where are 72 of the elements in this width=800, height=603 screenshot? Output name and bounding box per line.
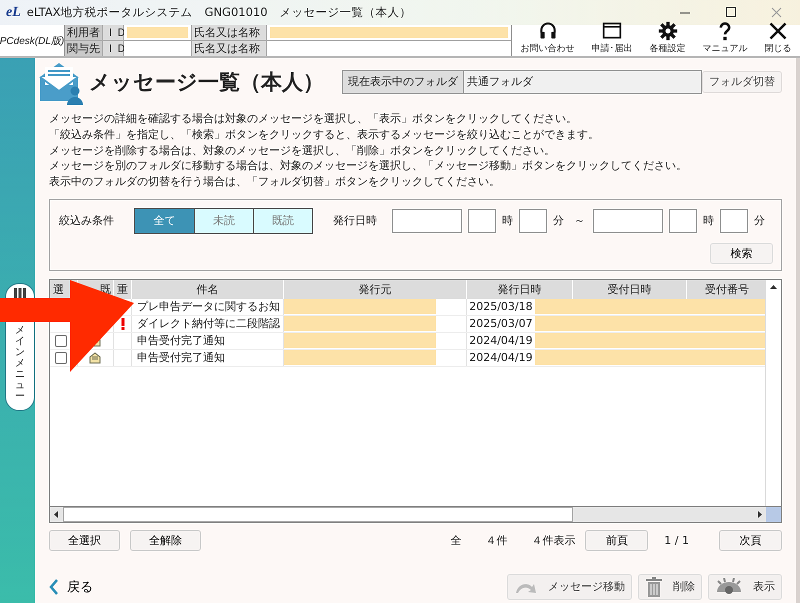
brand-logo: PCdesk(DL版) [0, 34, 64, 48]
grid-icon [13, 288, 27, 298]
trash-icon [645, 576, 663, 597]
field-label: 関与先 [65, 41, 102, 56]
range-separator: ～ [574, 213, 585, 228]
toolbar-button[interactable]: 申請･届出 [588, 21, 636, 56]
page-indicator: 1 / 1 [664, 534, 689, 548]
filter-option[interactable]: 既読 [253, 208, 312, 233]
toolbar-button[interactable]: 各種設定 [646, 21, 690, 56]
headset-icon [538, 21, 558, 41]
column-header[interactable]: 件名 [196, 282, 218, 296]
clear-all-button[interactable]: 全解除 [130, 530, 201, 552]
minute-field[interactable] [519, 208, 547, 233]
table-cell: 2025/03/18 [467, 300, 535, 314]
folder-field: 共通フォルダ [464, 70, 702, 94]
folder-label: 現在表示中のフォルダ [342, 70, 464, 94]
column-header[interactable]: 発行元 [358, 282, 392, 296]
field-label: 利用者 [65, 25, 102, 40]
field-label: 氏名又は名称 [192, 41, 266, 56]
table-cell: 2024/04/19 [467, 351, 535, 364]
app-logo: eL [6, 4, 21, 20]
table-cell: 2025/03/07 [467, 317, 535, 330]
instruction-text: メッセージを別のフォルダに移動する場合は、対象のメッセージを選択し、「メッセージ移動」ボタンをクリックしてください。 [49, 158, 688, 174]
window-title: eLTAX地方税ポータルシステム GNG01010 メッセージ一覧（本人） [26, 5, 412, 20]
redaction [127, 27, 188, 38]
toolbar-button[interactable]: お問い合わせ [516, 21, 578, 56]
previous-page-button[interactable]: 前頁 [585, 530, 648, 552]
unit-label: 時 [502, 213, 514, 228]
instruction-text: メッセージを削除する場合は、対象のメッセージを選択し、「削除」ボタンをクリックしてください。 [49, 142, 556, 158]
table-cell: 申告受付完了通知 [132, 332, 284, 350]
next-page-button[interactable]: 次頁 [719, 530, 782, 552]
folder-switch-button[interactable]: フォルダ切替 [702, 70, 782, 92]
filter-label: 絞込み条件 [59, 213, 115, 228]
action-button[interactable]: メッセージ移動 [507, 574, 632, 600]
toolbar-button[interactable]: 閉じる [760, 21, 796, 56]
action-button[interactable]: 表示 [708, 574, 782, 600]
table-cell: ダイレクト納付等に二段階認 [132, 315, 284, 332]
toolbar-button[interactable]: マニュアル [698, 21, 752, 56]
window-icon [602, 21, 622, 41]
message-row[interactable]: 申告受付完了通知 2024/04/19 [50, 349, 768, 366]
hour-field[interactable] [468, 208, 496, 233]
message-row[interactable]: 申告受付完了通知 2024/04/19 [50, 332, 768, 350]
total-count: ４件 [485, 533, 508, 548]
action-button[interactable]: 削除 [638, 574, 702, 600]
date-label: 発行日時 [333, 213, 378, 228]
search-button[interactable]: 検索 [710, 242, 773, 264]
date-field[interactable] [392, 208, 462, 233]
instruction-text: メッセージの詳細を確認する場合は対象のメッセージを選択し、「表示」ボタンをクリックしてください。 [49, 111, 578, 127]
chevron-left-icon [49, 578, 59, 595]
field-label: 氏名又は名称 [192, 25, 266, 40]
unit-label: 分 [754, 213, 766, 228]
eye-icon [715, 578, 743, 596]
back-button[interactable]: 戻る [49, 578, 93, 596]
total-label: 全 [450, 533, 462, 548]
minute-field[interactable] [720, 208, 748, 233]
scrollbar-corner [766, 506, 781, 522]
unit-label: 分 [553, 213, 565, 228]
select-all-button[interactable]: 全選択 [49, 530, 120, 552]
checkbox[interactable] [55, 335, 67, 348]
instruction-text: 「絞込み条件」を指定し、「検索」ボタンをクリックすると、表示するメッセージを絞り込むことができます。 [49, 126, 600, 143]
table-cell: 申告受付完了通知 [132, 349, 284, 366]
hour-field[interactable] [669, 208, 697, 233]
table-cell: 2024/04/19 [467, 334, 535, 348]
date-field[interactable] [593, 208, 663, 233]
page-title: メッセージ一覧（本人） [89, 68, 325, 96]
filter-option[interactable]: 未読 [194, 208, 253, 233]
shown-count: ４件表示 [531, 533, 576, 548]
unit-label: 時 [703, 213, 715, 228]
checkbox[interactable] [55, 352, 67, 364]
table-cell: プレ申告データに関するお知 [132, 298, 284, 316]
instruction-text: 表示中のフォルダの切替を行う場合は、「フォルダ切替」ボタンをクリックしてください。 [49, 174, 501, 190]
horizontal-scrollbar[interactable] [50, 506, 781, 522]
